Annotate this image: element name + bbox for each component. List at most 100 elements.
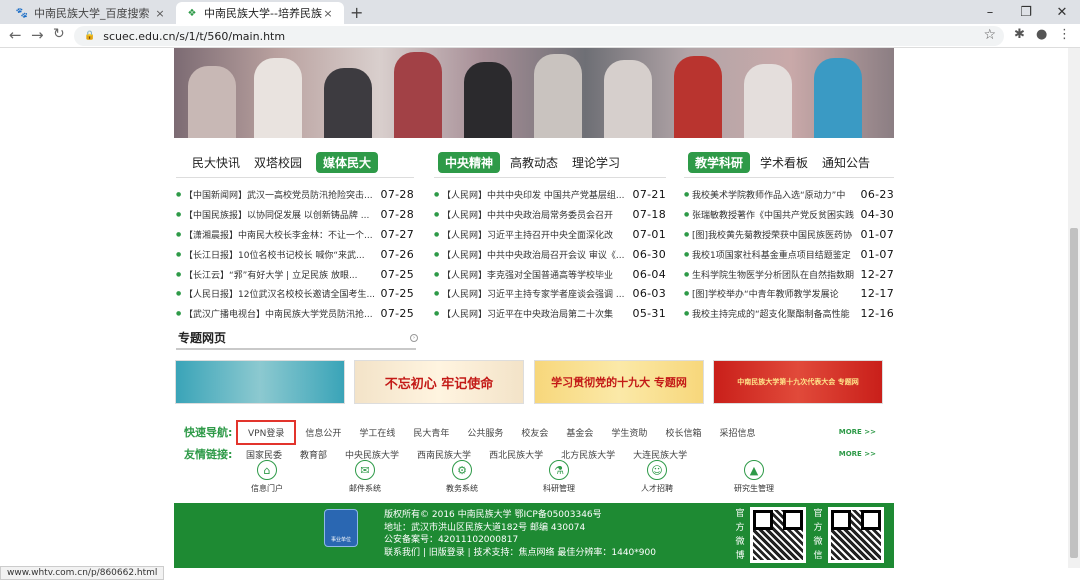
list-item[interactable]: ● 张瑞敏教授著作《中国共产党反贫困实践 04-30 [684,205,894,225]
list-item[interactable]: ● [图]我校黄先菊教授荣获中国民族医药协 01-07 [684,225,894,245]
tab-news-flash[interactable]: 民大快讯 [192,154,240,171]
nav-link[interactable]: 学生资助 [611,426,647,439]
extensions-icon[interactable]: ✱ [1014,27,1025,42]
news-column-media: 民大快讯 双塔校园 媒体民大 ● 【中国新闻网】武汉一高校党员防汛抢险突击... 0… [176,148,414,324]
institution-badge-icon[interactable]: 事业单位 [324,509,358,547]
address-line: 地址：武汉市洪山区民族大道182号 邮编 430074 [384,522,586,533]
nav-link[interactable]: 公共服务 [467,426,503,439]
graduate-icon: ▲ [744,460,764,480]
quick-nav-more-link[interactable]: MORE >> [839,428,876,436]
school-logo-icon: ❖ [187,7,197,19]
close-tab-icon[interactable]: × [322,7,334,20]
friend-link[interactable]: 大连民族大学 [633,448,687,461]
service-portal[interactable]: ⌂ 信息门户 [232,460,302,494]
hero-banner-image [174,48,894,138]
list-item[interactable]: ● 【长江日报】10位名校书记校长 喊你“来武... 07-26 [176,244,414,264]
friend-link[interactable]: 北方民族大学 [561,448,615,461]
nav-link[interactable]: 采招信息 [719,426,755,439]
nav-link[interactable]: 信息公开 [305,426,341,439]
list-item[interactable]: ● 我校1项国家社科基金重点项目结题鉴定 01-07 [684,244,894,264]
baidu-icon: 🐾 [15,7,29,19]
new-tab-button[interactable]: + [350,3,363,22]
list-item[interactable]: ● 【武汉广播电视台】中南民族大学党员防汛抢... 07-25 [176,304,414,324]
friend-links-label: 友情链接: [184,448,233,461]
friend-link[interactable]: 西南民族大学 [417,448,471,461]
tab-higher-ed[interactable]: 高教动态 [510,154,558,171]
list-item[interactable]: ● 【潇湘晨报】中南民大校长李金林：不让一个... 07-27 [176,225,414,245]
scrollbar-thumb[interactable] [1070,228,1078,558]
tab-theory[interactable]: 理论学习 [572,154,620,171]
friend-link[interactable]: 教育部 [300,448,327,461]
tab-campus[interactable]: 双塔校园 [254,154,302,171]
list-item[interactable]: ● 【人民日报】12位武汉名校校长邀请全国考生... 07-25 [176,284,414,304]
list-item[interactable]: ● [图]学校举办“中青年教师教学发展论 12-17 [684,284,894,304]
promo-banner-4[interactable]: 中南民族大学第十九次代表大会 专题网 [713,360,883,404]
restore-icon[interactable]: ❐ [1008,0,1044,24]
list-item[interactable]: ● 【人民网】习近平在中央政治局第二十次集 05-31 [434,304,666,324]
weibo-qr-code [750,507,806,563]
vpn-login-link[interactable]: VPN登录 [236,419,297,445]
list-item[interactable]: ● 【人民网】中共中央印发 中国共产党基层组... 07-21 [434,185,666,205]
nav-link[interactable]: 学工在线 [359,426,395,439]
nav-link[interactable]: 校长信箱 [665,426,701,439]
footer: 事业单位 版权所有© 2016 中南民族大学 鄂ICP备05003346号 地址… [174,503,894,568]
service-academic[interactable]: ⚙ 教务系统 [427,460,497,494]
list-item[interactable]: ● 【长江云】“郛”有好大学 | 立足民族 放眼... 07-25 [176,264,414,284]
list-item[interactable]: ● 我校主持完成的“超支化聚酯制备高性能 12-16 [684,304,894,324]
friend-link[interactable]: 中央民族大学 [345,448,399,461]
list-item[interactable]: ● 【中国民族报】以协同促发展 以创新铸品牌 ... 07-28 [176,205,414,225]
lock-icon: 🔒 [84,31,96,41]
tab-baidu[interactable]: 🐾 中南民族大学_百度搜索 × [6,2,176,24]
friend-link[interactable]: 西北民族大学 [489,448,543,461]
more-arrow-icon[interactable]: › [410,334,418,342]
forward-icon[interactable]: → [31,26,44,44]
profile-icon[interactable]: ● [1036,27,1047,42]
nav-link[interactable]: 校友会 [521,426,548,439]
url-text: scuec.edu.cn/s/1/t/560/main.htm [103,29,286,43]
promo-banner-2[interactable]: 不忘初心 牢记使命 [354,360,524,404]
tab-teaching[interactable]: 教学科研 [688,152,751,173]
promo-banner-1[interactable] [175,360,345,404]
list-item[interactable]: ● 【人民网】中共中央政治局常务委员会召开 07-18 [434,205,666,225]
status-url: www.whtv.com.cn/p/860662.html [0,566,165,580]
minimize-icon[interactable]: – [972,0,1008,24]
special-topics-title: 专题网页 [178,331,227,345]
list-item[interactable]: ● 【人民网】李克强对全国普通高等学校毕业 06-04 [434,264,666,284]
service-research[interactable]: ⚗ 科研管理 [524,460,594,494]
list-item[interactable]: ● 我校美术学院教师作品入选“原动力”中 06-23 [684,185,894,205]
service-graduate[interactable]: ▲ 研究生管理 [719,460,789,494]
friend-link[interactable]: 国家民委 [246,448,282,461]
address-bar[interactable]: 🔒 scuec.edu.cn/s/1/t/560/main.htm ☆ [74,26,1004,46]
service-mail[interactable]: ✉ 邮件系统 [330,460,400,494]
list-item[interactable]: ● 【人民网】习近平主持专家学者座谈会强调 ... 06-03 [434,284,666,304]
news-tabs: 民大快讯 双塔校园 媒体民大 [176,148,414,178]
tab-scuec[interactable]: ❖ 中南民族大学--培养民族人才的摇篮 × [176,2,344,24]
list-item[interactable]: ● 【中国新闻网】武汉一高校党员防汛抢险突击... 07-28 [176,185,414,205]
tab-media[interactable]: 媒体民大 [316,152,379,173]
special-topics-heading: 专题网页 › [176,324,418,350]
list-item[interactable]: ● 【人民网】习近平主持召开中央全面深化改 07-01 [434,225,666,245]
promo-banner-3[interactable]: 学习贯彻党的十九大 专题网 [534,360,704,404]
tab-notices[interactable]: 通知公告 [822,154,870,171]
menu-icon[interactable]: ⋮ [1058,27,1071,42]
mail-icon: ✉ [355,460,375,480]
tab-academic-board[interactable]: 学术看板 [760,154,808,171]
bookmark-star-icon[interactable]: ☆ [983,27,996,43]
scrollbar[interactable] [1068,48,1080,568]
tab-title: 中南民族大学--培养民族人才的摇篮 [204,7,322,20]
nav-link[interactable]: 民大青年 [413,426,449,439]
footer-info: 版权所有© 2016 中南民族大学 鄂ICP备05003346号 地址：武汉市洪… [384,509,656,559]
nav-link[interactable]: 基金会 [566,426,593,439]
contact-line[interactable]: 联系我们 | 旧版登录 | 技术支持：焦点网络 最佳分辨率：1440*900 [384,547,656,560]
reload-icon[interactable]: ↻ [53,26,65,42]
list-item[interactable]: ● 【人民网】中共中央政治局召开会议 审议《... 06-30 [434,244,666,264]
back-icon[interactable]: ← [9,26,22,44]
tab-central-spirit[interactable]: 中央精神 [438,152,501,173]
copyright-line: 版权所有© 2016 中南民族大学 鄂ICP备05003346号 [384,510,602,520]
close-tab-icon[interactable]: × [154,7,166,20]
close-window-icon[interactable]: ✕ [1044,0,1080,24]
list-item[interactable]: ● 生科学院生物医学分析团队在自然指数期 12-27 [684,264,894,284]
browser-toolbar: ← → ↻ 🔒 scuec.edu.cn/s/1/t/560/main.htm … [0,24,1080,48]
service-recruit[interactable]: ☺ 人才招聘 [622,460,692,494]
friend-links-more-link[interactable]: MORE >> [839,450,876,458]
